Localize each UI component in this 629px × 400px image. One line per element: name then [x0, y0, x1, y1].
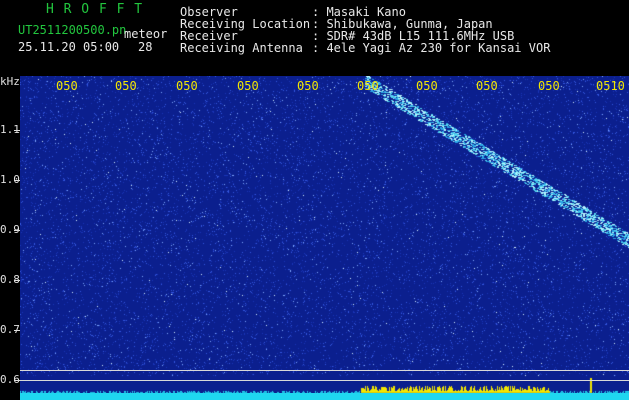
x-tick-label: 050: [476, 79, 498, 93]
spectrogram-panel: [20, 76, 629, 400]
x-tick-label: 050: [538, 79, 560, 93]
x-tick-label: 050: [176, 79, 198, 93]
filename-label: UT2511200500.pn: [18, 23, 127, 37]
x-tick-label: 050: [297, 79, 319, 93]
detection-count: 28: [138, 40, 153, 54]
y-tick-mark: [14, 230, 20, 231]
reference-line-upper: [20, 370, 629, 371]
y-axis-unit: kHz: [0, 75, 20, 88]
y-tick-mark: [14, 330, 20, 331]
x-tick-label: 0510: [596, 79, 625, 93]
mode-label: meteor: [124, 27, 168, 41]
x-tick-label: 050: [357, 79, 379, 93]
hrofft-logo: H R O F F T: [46, 2, 144, 17]
x-tick-label: 050: [115, 79, 137, 93]
y-tick-mark: [14, 280, 20, 281]
spectrogram-canvas: [20, 76, 629, 400]
signal-strength-bar: [20, 393, 629, 400]
reference-line-lower: [20, 380, 629, 381]
header-panel: H R O F F T UT2511200500.pn meteor 25.11…: [0, 0, 629, 75]
field-value-antenna: : 4ele Yagi Az 230 for Kansai VOR: [312, 41, 551, 55]
y-tick-mark: [14, 130, 20, 131]
x-tick-label: 050: [56, 79, 78, 93]
datetime-label: 25.11.20 05:00: [18, 40, 120, 54]
field-label-antenna: Receiving Antenna: [180, 41, 303, 55]
x-tick-label: 050: [416, 79, 438, 93]
y-tick-mark: [14, 180, 20, 181]
y-tick-mark: [14, 380, 20, 381]
x-tick-label: 050: [237, 79, 259, 93]
